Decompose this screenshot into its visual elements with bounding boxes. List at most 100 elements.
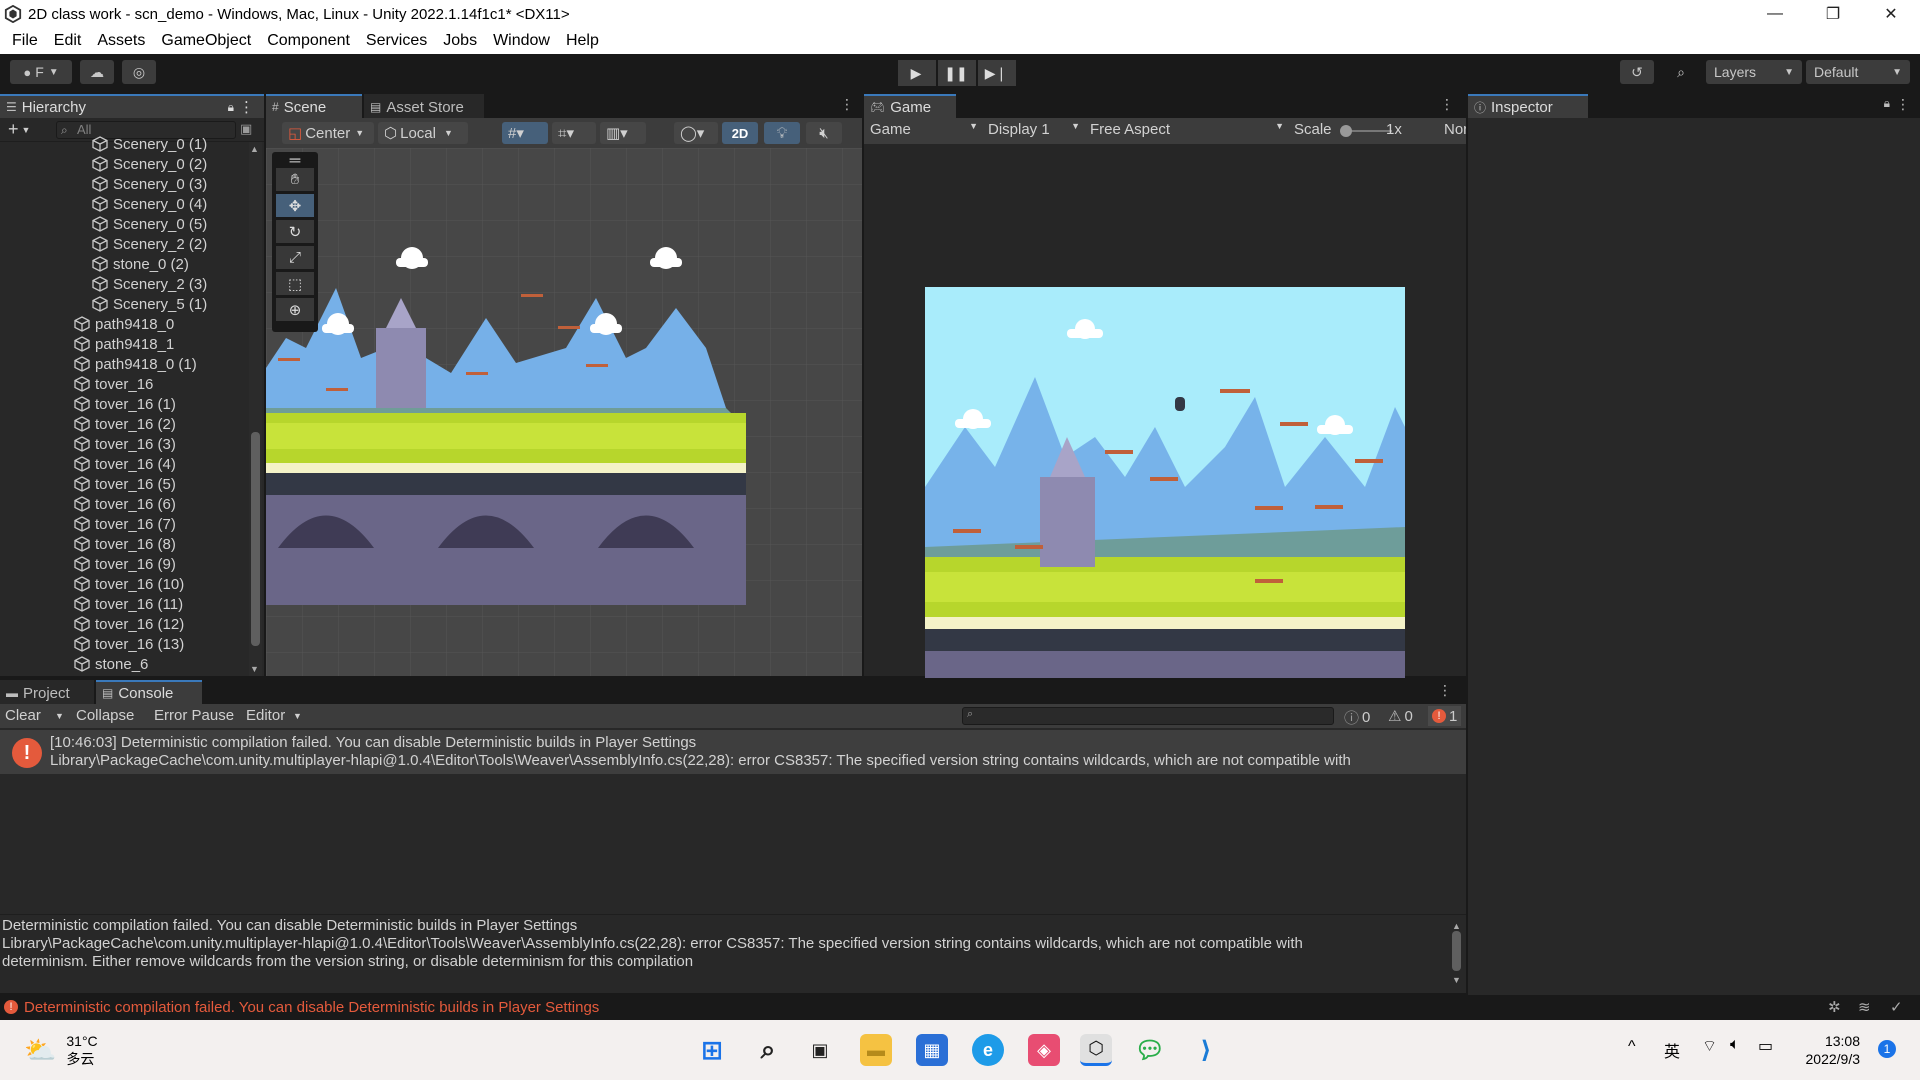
- log-filter-toggle[interactable]: ⓘ 0: [1344, 707, 1370, 728]
- aspect-dropdown[interactable]: Free Aspect ▼: [1090, 121, 1284, 138]
- scale-slider[interactable]: [1340, 125, 1392, 137]
- hierarchy-item[interactable]: path9418_1: [74, 334, 174, 354]
- hierarchy-item[interactable]: tover_16 (6): [74, 494, 176, 514]
- bug-icon[interactable]: ✲: [1828, 998, 1841, 1016]
- drag-handle-icon[interactable]: ═: [276, 152, 314, 169]
- collapse-button[interactable]: Collapse: [76, 707, 134, 724]
- task-view-button[interactable]: ▣: [804, 1034, 836, 1066]
- clear-button[interactable]: Clear: [5, 707, 41, 724]
- menu-help[interactable]: Help: [558, 32, 607, 50]
- game-view-dropdown[interactable]: Game ▼: [870, 121, 978, 138]
- hierarchy-item[interactable]: Scenery_5 (1): [92, 294, 207, 314]
- tab-hierarchy[interactable]: ☰ Hierarchy 🔒︎ ⋮: [0, 94, 264, 118]
- wifi-icon[interactable]: ⌔: [1702, 1036, 1717, 1056]
- hierarchy-item[interactable]: tover_16 (10): [74, 574, 184, 594]
- more-options-icon[interactable]: ⋮: [239, 98, 254, 116]
- scroll-down-icon[interactable]: ▼: [250, 664, 259, 674]
- menu-window[interactable]: Window: [485, 32, 558, 50]
- hierarchy-item[interactable]: Scenery_0 (4): [92, 194, 207, 214]
- hand-tool[interactable]: ✋︎: [276, 168, 314, 191]
- chevron-up-icon[interactable]: ^: [1628, 1038, 1636, 1056]
- hierarchy-item[interactable]: Scenery_0 (1): [92, 134, 207, 154]
- more-options-icon[interactable]: ⋮: [1896, 96, 1910, 113]
- search-button[interactable]: ⌕: [1664, 60, 1698, 84]
- more-options-icon[interactable]: ⋮: [1438, 682, 1452, 699]
- error-pause-button[interactable]: Error Pause: [154, 707, 234, 724]
- pause-button[interactable]: ❚❚: [938, 60, 976, 86]
- hierarchy-item[interactable]: tover_16 (3): [74, 434, 176, 454]
- hierarchy-item[interactable]: tover_16 (12): [74, 614, 184, 634]
- audio-toggle[interactable]: 🔇︎: [806, 122, 842, 144]
- hierarchy-item[interactable]: stone_0 (2): [92, 254, 189, 274]
- scale-tool[interactable]: ⤢: [276, 246, 314, 269]
- menu-gameobject[interactable]: GameObject: [153, 32, 259, 50]
- menu-file[interactable]: File: [4, 32, 46, 50]
- ruler-button[interactable]: ▥▾: [600, 122, 646, 144]
- clock[interactable]: 13:08 2022/9/3: [1800, 1032, 1861, 1068]
- search-taskbar-button[interactable]: ⌕: [752, 1034, 784, 1066]
- account-dropdown[interactable]: ● F ▼: [10, 60, 72, 84]
- layout-dropdown[interactable]: Default ▼: [1806, 60, 1910, 84]
- vscode-button[interactable]: ⟩: [1190, 1034, 1222, 1066]
- hierarchy-item[interactable]: tover_16 (5): [74, 474, 176, 494]
- transform-tool[interactable]: ⊕: [276, 298, 314, 321]
- tab-inspector[interactable]: ⓘ Inspector: [1468, 94, 1588, 118]
- chevron-down-icon[interactable]: ▼: [55, 711, 64, 721]
- hierarchy-item[interactable]: tover_16 (9): [74, 554, 176, 574]
- hierarchy-item[interactable]: Scenery_0 (3): [92, 174, 207, 194]
- display-dropdown[interactable]: Display 1 ▼: [988, 121, 1080, 138]
- tab-scene[interactable]: # Scene: [266, 94, 362, 118]
- menu-component[interactable]: Component: [259, 32, 358, 50]
- weather-widget[interactable]: ⛅ 31°C 多云: [24, 1032, 98, 1068]
- rect-tool[interactable]: ⬚: [276, 272, 314, 295]
- tab-asset-store[interactable]: ▤ Asset Store: [364, 94, 484, 118]
- stats-toggle-label[interactable]: Nor: [1444, 121, 1466, 138]
- hierarchy-item[interactable]: tover_16 (2): [74, 414, 176, 434]
- console-detail[interactable]: Deterministic compilation failed. You ca…: [0, 914, 1466, 992]
- status-message[interactable]: Deterministic compilation failed. You ca…: [24, 999, 599, 1016]
- grid-snap-button[interactable]: #▾: [502, 122, 548, 144]
- layers-dropdown[interactable]: Layers ▼: [1706, 60, 1802, 84]
- tab-console[interactable]: ▤ Console: [96, 680, 202, 704]
- edge-button[interactable]: e: [972, 1034, 1004, 1066]
- hierarchy-scrollbar[interactable]: ▲ ▼: [249, 142, 262, 676]
- pivot-dropdown[interactable]: ◱ Center ▼: [282, 122, 374, 144]
- lighting-toggle[interactable]: 💡︎: [764, 122, 800, 144]
- editor-dropdown[interactable]: Editor: [246, 707, 285, 724]
- hierarchy-item[interactable]: tover_16 (13): [74, 634, 184, 654]
- lock-icon[interactable]: 🔒︎: [228, 100, 234, 115]
- error-filter-toggle[interactable]: ! 1: [1428, 706, 1462, 726]
- hierarchy-item[interactable]: Scenery_2 (3): [92, 274, 207, 294]
- battery-icon[interactable]: ▭: [1758, 1036, 1773, 1056]
- start-button[interactable]: ⊞: [696, 1034, 728, 1066]
- hierarchy-item[interactable]: tover_16 (7): [74, 514, 176, 534]
- unity-taskbar-button[interactable]: ⬡: [1080, 1034, 1112, 1066]
- add-object-button[interactable]: + ▼: [8, 119, 30, 140]
- file-explorer-button[interactable]: ▬: [860, 1034, 892, 1066]
- store-button[interactable]: ▦: [916, 1034, 948, 1066]
- scroll-up-icon[interactable]: ▲: [250, 144, 259, 154]
- hierarchy-item[interactable]: path9418_0 (1): [74, 354, 197, 374]
- menu-jobs[interactable]: Jobs: [435, 32, 485, 50]
- cloud-button[interactable]: ☁: [80, 60, 114, 84]
- step-button[interactable]: ▶❘: [978, 60, 1016, 86]
- snap-increment-button[interactable]: ⌗▾: [552, 122, 596, 144]
- hierarchy-item[interactable]: Scenery_0 (5): [92, 214, 207, 234]
- menu-assets[interactable]: Assets: [89, 32, 153, 50]
- draw-mode-button[interactable]: ◯▾: [674, 122, 718, 144]
- hierarchy-scroll-thumb[interactable]: [251, 432, 260, 646]
- menu-services[interactable]: Services: [358, 32, 435, 50]
- history-button[interactable]: ↺: [1620, 60, 1654, 84]
- lock-icon[interactable]: 🔒︎: [1884, 96, 1890, 111]
- game-viewport[interactable]: [864, 144, 1466, 714]
- tab-game[interactable]: 🎮︎ Game: [864, 94, 956, 118]
- hierarchy-item[interactable]: tover_16 (1): [74, 394, 176, 414]
- more-options-icon[interactable]: ⋮: [1440, 96, 1454, 113]
- progress-icon[interactable]: ≋: [1858, 998, 1871, 1016]
- check-icon[interactable]: ✓: [1890, 998, 1903, 1016]
- hierarchy-item[interactable]: stone_6: [74, 654, 148, 674]
- console-entry[interactable]: ! [10:46:03] Deterministic compilation f…: [0, 730, 1466, 774]
- scene-filter-icon[interactable]: ▣: [240, 121, 252, 137]
- scene-viewport[interactable]: ═ ✋︎ ✥ ↻ ⤢ ⬚ ⊕: [266, 148, 862, 676]
- media-app-button[interactable]: ◈: [1028, 1034, 1060, 1066]
